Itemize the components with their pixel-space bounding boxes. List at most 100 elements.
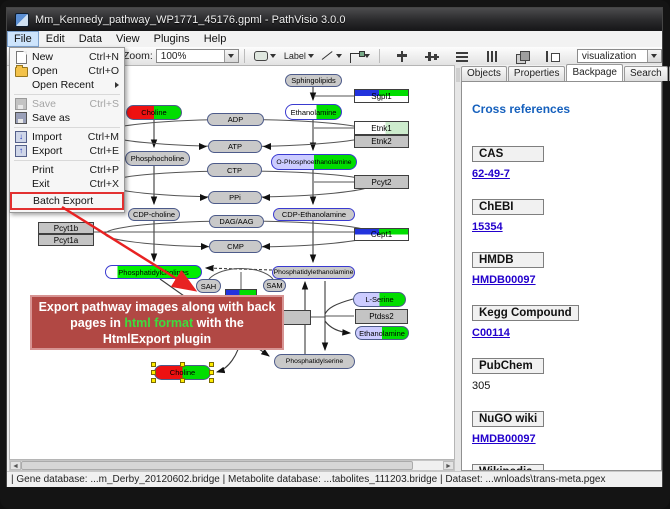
backpage-section-nugo: NuGO wiki HMDB00097: [472, 411, 651, 445]
section-header: NuGO wiki: [472, 411, 544, 427]
section-header: CAS: [472, 146, 544, 162]
gene-node-pcyt1b[interactable]: Pcyt1b: [38, 222, 94, 234]
visualization-value: visualization: [582, 51, 636, 62]
selection-handle[interactable]: [151, 362, 156, 367]
new-connector-button[interactable]: [346, 47, 374, 65]
chevron-down-icon: [308, 54, 314, 58]
pathway-node-cdp-choline[interactable]: CDP-choline: [128, 208, 180, 221]
canvas-horizontal-scrollbar[interactable]: ◄ ►: [9, 460, 455, 471]
pathway-node-ethanolamine-top[interactable]: Ethanolamine: [285, 104, 342, 120]
annotation-callout: Export pathway images along with back pa…: [30, 295, 284, 350]
backpage-section-wikipedia: Wikipedia Choline: [472, 464, 651, 471]
pathway-node-sah[interactable]: SAH: [196, 279, 221, 293]
menu-item-save[interactable]: SaveCtrl+S: [11, 97, 123, 111]
backpage-section-cas: CAS 62-49-7: [472, 146, 651, 180]
menu-data[interactable]: Data: [72, 31, 109, 47]
tab-objects[interactable]: Objects: [461, 66, 507, 81]
menu-item-export[interactable]: ↑ ExportCtrl+E: [11, 144, 123, 158]
align-middle-y-button[interactable]: [421, 47, 443, 65]
tab-search[interactable]: Search: [624, 66, 668, 81]
title-bar[interactable]: Mm_Kennedy_pathway_WP1771_45176.gpml - P…: [7, 8, 662, 31]
zoom-dropdown-button[interactable]: [224, 50, 238, 62]
gene-node-sgpl1[interactable]: Sgpl1: [354, 89, 409, 103]
visualization-combobox[interactable]: visualization: [577, 49, 662, 63]
send-to-back-button[interactable]: [541, 47, 563, 65]
stacked-rows-icon: [455, 51, 469, 62]
tab-backpage[interactable]: Backpage: [566, 64, 622, 81]
zoom-value: 100%: [161, 51, 187, 62]
pathway-node-phosphocholine[interactable]: Phosphocholine: [125, 151, 190, 166]
menu-item-exit[interactable]: ExitCtrl+X: [11, 177, 123, 191]
tab-properties[interactable]: Properties: [508, 66, 566, 81]
selection-handle[interactable]: [151, 378, 156, 383]
menu-help[interactable]: Help: [197, 31, 234, 47]
gene-node-pcyt1a[interactable]: Pcyt1a: [38, 234, 94, 246]
gene-node-hidden[interactable]: [281, 310, 311, 325]
pathway-node-o-phosphoethanolamine[interactable]: O-Phosphoethanolamine: [271, 154, 357, 170]
scroll-left-icon[interactable]: ◄: [10, 461, 21, 470]
pathway-node-cdp-ethanolamine[interactable]: CDP-Ethanolamine: [273, 208, 355, 221]
distribute-rows-button[interactable]: [451, 47, 473, 65]
pathway-node-ppi[interactable]: PPi: [208, 191, 262, 204]
cas-link[interactable]: 62-49-7: [472, 168, 651, 180]
selection-handle[interactable]: [209, 370, 214, 375]
selection-handle[interactable]: [151, 370, 156, 375]
selection-handle[interactable]: [180, 378, 185, 383]
gene-node-cept1[interactable]: Cept1: [354, 228, 409, 241]
pathway-node-l-serine[interactable]: L-Serine: [353, 292, 406, 307]
scrollbar-thumb[interactable]: [21, 461, 413, 470]
gene-node-etnk2[interactable]: Etnk2: [354, 135, 409, 148]
new-datanode-button[interactable]: [250, 47, 280, 65]
pathway-node-ethanolamine-bottom[interactable]: Ethanolamine: [355, 326, 409, 340]
pathway-node-ctp[interactable]: CTP: [207, 163, 262, 177]
menu-separator: [14, 127, 120, 128]
menu-item-open[interactable]: OpenCtrl+O: [11, 64, 123, 78]
menu-item-new[interactable]: NewCtrl+N: [11, 50, 123, 64]
pathway-node-adp[interactable]: ADP: [207, 113, 264, 126]
distribute-columns-button[interactable]: [481, 47, 503, 65]
pathway-node-phosphatidylethanolamine[interactable]: Phosphatidylethanolamine: [272, 266, 355, 279]
bring-to-front-button[interactable]: [511, 47, 533, 65]
hmdb-link[interactable]: HMDB00097: [472, 274, 651, 286]
menu-file[interactable]: File: [7, 31, 39, 47]
pathway-node-choline-top[interactable]: Choline: [126, 105, 182, 120]
new-label-button[interactable]: Label: [280, 47, 318, 65]
pathway-node-sphingolipids[interactable]: Sphingolipids: [285, 74, 342, 87]
selection-handle[interactable]: [209, 378, 214, 383]
selection-handle[interactable]: [209, 362, 214, 367]
menu-item-batch-export[interactable]: Batch Export: [10, 192, 124, 210]
pathway-node-sam[interactable]: SAM: [263, 279, 286, 292]
menu-plugins[interactable]: Plugins: [147, 31, 197, 47]
menu-item-save-as[interactable]: Save as: [11, 111, 123, 125]
pathway-node-atp[interactable]: ATP: [208, 140, 262, 153]
pathway-node-phosphatidylcholines[interactable]: Phosphatidylcholines: [105, 265, 202, 279]
menu-edit[interactable]: Edit: [39, 31, 72, 47]
zoom-combobox[interactable]: 100%: [156, 49, 239, 63]
menu-item-open-recent[interactable]: Open Recent: [11, 78, 123, 92]
export-icon: ↑: [13, 145, 29, 157]
menu-item-import[interactable]: ↓ ImportCtrl+M: [11, 130, 123, 144]
nugo-link[interactable]: HMDB00097: [472, 433, 651, 445]
open-folder-icon: [13, 65, 29, 77]
splitter-grip-icon[interactable]: [456, 68, 460, 82]
selection-handle[interactable]: [180, 362, 185, 367]
chebi-link[interactable]: 15354: [472, 221, 651, 233]
pathway-node-dag-aag[interactable]: DAG/AAG: [209, 215, 264, 228]
app-window: Mm_Kennedy_pathway_WP1771_45176.gpml - P…: [6, 7, 663, 487]
menu-view[interactable]: View: [109, 31, 147, 47]
pathway-node-phosphatidylserine[interactable]: Phosphatidylserine: [274, 354, 355, 369]
menu-separator: [14, 94, 120, 95]
gene-node-etnk1[interactable]: Etnk1: [354, 121, 409, 135]
pathway-node-cmp[interactable]: CMP: [209, 240, 262, 253]
gene-node-pcyt2[interactable]: Pcyt2: [354, 175, 409, 189]
visualization-dropdown-button[interactable]: [647, 50, 661, 62]
section-header: PubChem: [472, 358, 544, 374]
kegg-link[interactable]: C00114: [472, 327, 651, 339]
align-center-x-button[interactable]: [391, 47, 413, 65]
scroll-right-icon[interactable]: ►: [443, 461, 454, 470]
menu-item-print[interactable]: PrintCtrl+P: [11, 163, 123, 177]
gene-node-ptdss2[interactable]: Ptdss2: [355, 309, 408, 324]
new-line-button[interactable]: [318, 47, 346, 65]
save-icon: [13, 98, 29, 110]
chevron-down-icon: [228, 54, 234, 58]
